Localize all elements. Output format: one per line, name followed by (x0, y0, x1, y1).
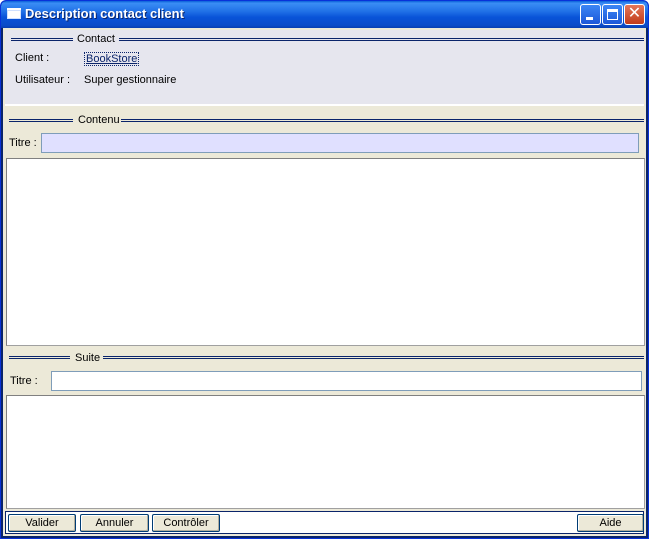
contenu-body-textarea[interactable] (6, 158, 645, 346)
maximize-button[interactable] (602, 4, 623, 25)
title-bar[interactable]: Description contact client ✕ (1, 1, 648, 28)
close-button[interactable]: ✕ (624, 4, 645, 25)
cancel-button[interactable]: Annuler (80, 514, 149, 532)
suite-divider-right (103, 356, 644, 359)
suite-divider-left (9, 356, 70, 359)
contact-section-label: Contact (77, 33, 115, 45)
client-label: Client : (15, 52, 50, 64)
contenu-section-label: Contenu (78, 114, 120, 126)
suite-title-input[interactable] (51, 371, 642, 391)
contenu-divider-left (9, 119, 73, 122)
user-label: Utilisateur : (15, 74, 71, 86)
suite-body-textarea[interactable] (6, 395, 645, 509)
user-value: Super gestionnaire (84, 74, 177, 86)
suite-section-label: Suite (75, 352, 101, 364)
validate-button[interactable]: Valider (8, 514, 76, 532)
contenu-title-label: Titre : (9, 137, 37, 149)
contact-divider-right (119, 38, 644, 41)
client-link[interactable]: BookStore (84, 52, 140, 66)
help-button[interactable]: Aide (577, 514, 644, 532)
window-icon (7, 8, 21, 19)
button-bar: Valider Annuler Contrôler Aide (5, 511, 644, 534)
close-icon: ✕ (627, 5, 642, 22)
contenu-title-input[interactable] (41, 133, 639, 153)
contenu-section: Contenu Titre : (3, 110, 646, 346)
suite-section: Suite Titre : (3, 349, 646, 509)
minimize-icon (586, 17, 593, 20)
contact-section: Contact Client : BookStore Utilisateur :… (5, 30, 644, 106)
window-title: Description contact client (25, 6, 184, 21)
check-button[interactable]: Contrôler (152, 514, 220, 532)
contact-divider-left (11, 38, 73, 41)
minimize-button[interactable] (580, 4, 601, 25)
maximize-icon (607, 9, 618, 20)
dialog-body: Contact Client : BookStore Utilisateur :… (3, 28, 646, 536)
contenu-divider-right (121, 119, 644, 122)
suite-title-label: Titre : (10, 375, 38, 387)
dialog-window: Description contact client ✕ Contact Cli… (0, 0, 649, 539)
